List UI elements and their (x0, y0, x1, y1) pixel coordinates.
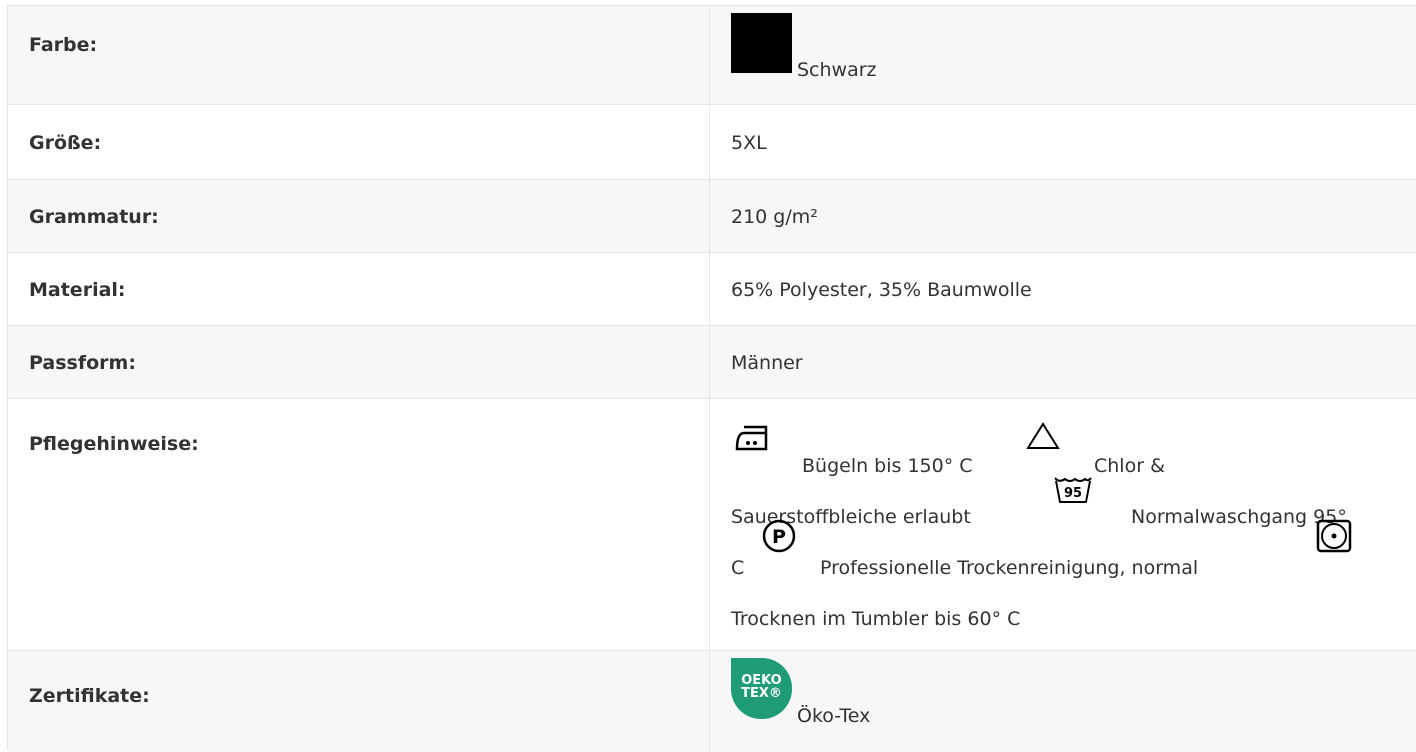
value-farbe: Schwarz (797, 59, 877, 81)
value-passform: Männer (731, 352, 803, 374)
column-divider (709, 6, 710, 104)
label-farbe: Farbe: (29, 34, 98, 56)
care-wash-text: Normalwaschgang 95° (1131, 506, 1347, 528)
row-material: Material: 65% Polyester, 35% Baumwolle (8, 253, 1416, 326)
dryclean-p-icon: P (762, 519, 796, 553)
product-attributes-table: Farbe: Schwarz Größe: 5XL Grammatur: 210… (7, 5, 1416, 752)
iron-icon (735, 425, 768, 451)
row-groesse: Größe: 5XL (8, 105, 1416, 180)
label-groesse: Größe: (29, 132, 102, 154)
row-zertifikate: Zertifikate: OEKO TEX® Öko-Tex (8, 651, 1416, 752)
svg-text:95: 95 (1064, 486, 1082, 501)
care-tumble-text: Trocknen im Tumbler bis 60° C (731, 608, 1021, 630)
care-dryclean-text: Professionelle Trockenreinigung, normal (820, 557, 1199, 579)
value-material: 65% Polyester, 35% Baumwolle (731, 279, 1032, 301)
care-bleach-text-1: Chlor & (1094, 455, 1165, 477)
column-divider (709, 180, 710, 252)
row-passform: Passform: Männer (8, 326, 1416, 399)
value-groesse: 5XL (731, 132, 767, 154)
label-material: Material: (29, 279, 126, 301)
value-grammatur: 210 g/m² (731, 206, 818, 228)
label-grammatur: Grammatur: (29, 206, 159, 228)
bleach-triangle-icon (1026, 422, 1060, 449)
column-divider (709, 105, 710, 179)
tumble-dry-icon (1316, 519, 1352, 553)
row-pflegehinweise: Pflegehinweise: Bügeln bis 150° C Chlor … (8, 399, 1416, 651)
row-grammatur: Grammatur: 210 g/m² (8, 180, 1416, 253)
column-divider (709, 253, 710, 325)
row-farbe: Farbe: Schwarz (8, 6, 1416, 105)
color-swatch (731, 13, 792, 73)
column-divider (709, 651, 710, 752)
label-passform: Passform: (29, 352, 136, 374)
care-wash-unit: C (731, 557, 745, 579)
label-zertifikate: Zertifikate: (29, 685, 150, 707)
oeko-tex-logo: OEKO TEX® (731, 658, 792, 719)
column-divider (709, 399, 710, 650)
svg-text:P: P (772, 526, 786, 548)
column-divider (709, 326, 710, 398)
label-pflegehinweise: Pflegehinweise: (29, 433, 199, 455)
care-iron-text: Bügeln bis 150° C (802, 455, 973, 477)
wash-95-icon: 95 (1054, 477, 1092, 503)
value-zertifikate: Öko-Tex (797, 705, 871, 727)
